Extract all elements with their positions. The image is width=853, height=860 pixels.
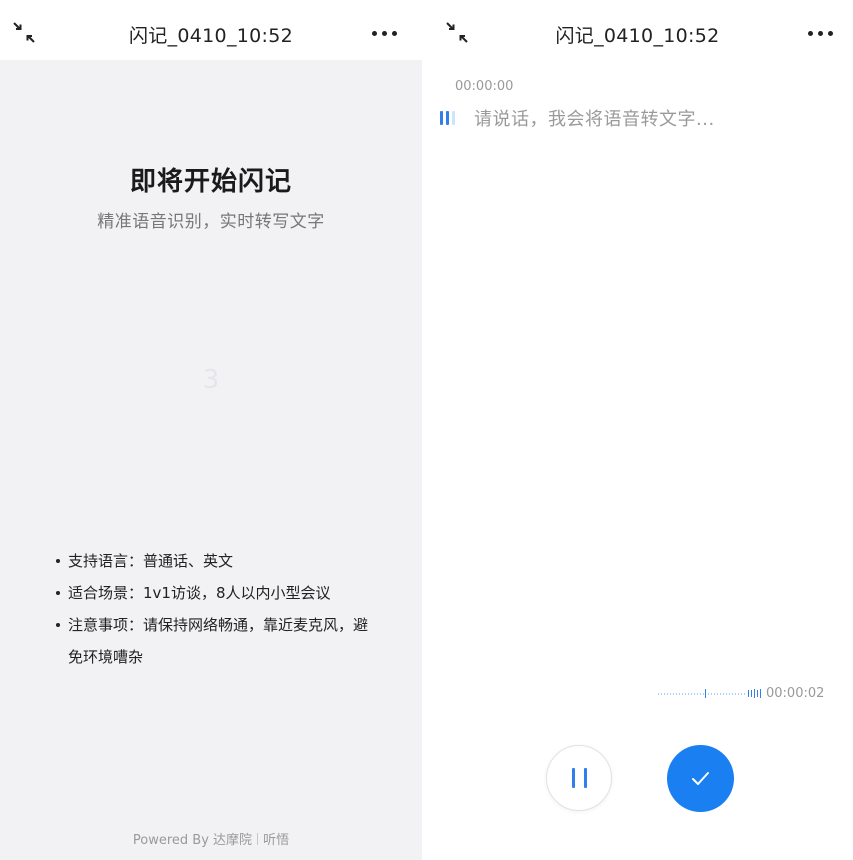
page-title: 闪记_0410_10:52 bbox=[555, 25, 720, 47]
more-dots-icon[interactable] bbox=[807, 25, 837, 41]
pause-button[interactable] bbox=[546, 745, 612, 811]
tips-list: 支持语言：普通话、英文 适合场景：1v1访谈，8人以内小型会议 注意事项：请保持… bbox=[55, 545, 370, 673]
footer-divider bbox=[257, 833, 259, 845]
tip-item: 适合场景：1v1访谈，8人以内小型会议 bbox=[55, 577, 370, 609]
voice-level-icon bbox=[440, 111, 460, 125]
tip-item: 注意事项：请保持网络畅通，靠近麦克风，避免环境嘈杂 bbox=[55, 609, 370, 673]
hero-title: 即将开始闪记 bbox=[129, 167, 292, 197]
header-bar: 闪记_0410_10:52 bbox=[422, 0, 853, 60]
start-screen: 闪记_0410_10:52 即将开始闪记 精准语音识别，实时转写文字 3 支持语… bbox=[0, 0, 422, 860]
tip-item: 支持语言：普通话、英文 bbox=[55, 545, 370, 577]
collapse-arrows-icon[interactable] bbox=[10, 18, 40, 48]
countdown-number: 3 bbox=[202, 365, 220, 395]
finish-button[interactable] bbox=[667, 745, 734, 812]
powered-by-footer: Powered By 达摩院 听悟 bbox=[0, 829, 422, 848]
audio-waveform-icon bbox=[658, 689, 761, 698]
page-title: 闪记_0410_10:52 bbox=[128, 25, 294, 47]
speech-prompt: 请说话，我会将语音转文字... bbox=[474, 109, 715, 130]
more-dots-icon[interactable] bbox=[371, 25, 401, 41]
check-icon bbox=[692, 772, 709, 785]
collapse-arrows-icon[interactable] bbox=[443, 18, 473, 48]
recording-duration: 00:00:02 bbox=[766, 686, 825, 701]
hero-subtitle: 精准语音识别，实时转写文字 bbox=[97, 212, 325, 232]
recording-screen: 闪记_0410_10:52 00:00:00 请说话，我会将语音转文字... 0… bbox=[422, 0, 853, 860]
app-root: 闪记_0410_10:52 即将开始闪记 精准语音识别，实时转写文字 3 支持语… bbox=[0, 0, 853, 860]
powered-by-text: Powered By 达摩院 bbox=[132, 833, 253, 848]
transcript-timestamp: 00:00:00 bbox=[455, 79, 514, 94]
brand-name: 听悟 bbox=[263, 833, 290, 848]
header-bar: 闪记_0410_10:52 bbox=[0, 0, 422, 60]
